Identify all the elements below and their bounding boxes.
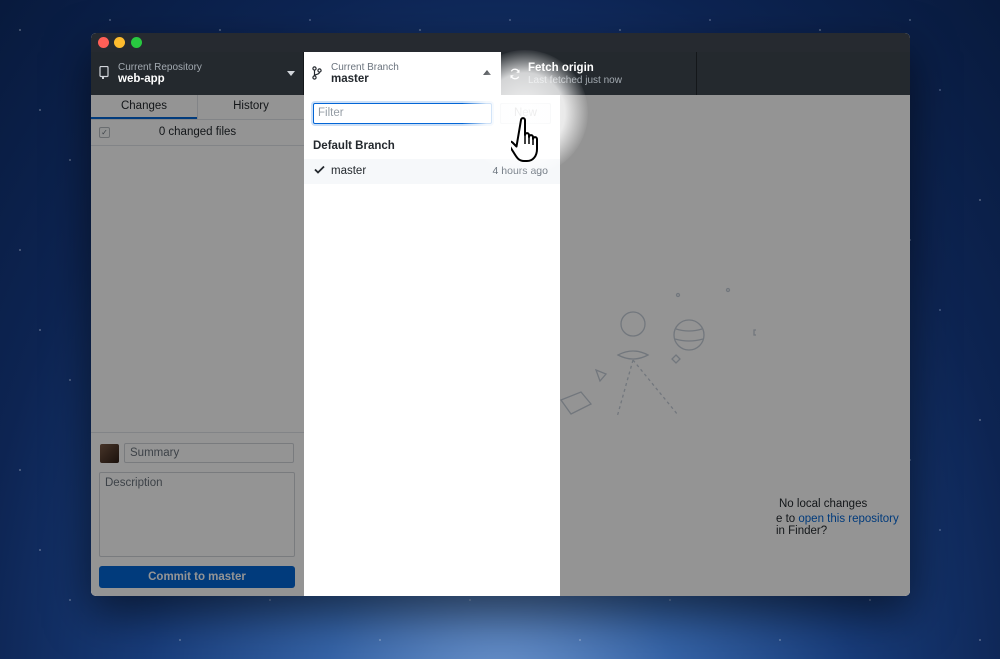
current-branch-button[interactable]: Current Branch master bbox=[304, 52, 501, 95]
fetch-origin-button[interactable]: Fetch origin Last fetched just now bbox=[501, 52, 697, 95]
current-repository-button[interactable]: Current Repository web-app bbox=[91, 52, 304, 95]
app-window: Current Repository web-app Current Branc… bbox=[91, 33, 910, 596]
close-window-button[interactable] bbox=[98, 37, 109, 48]
git-branch-icon bbox=[312, 66, 322, 85]
current-repository-label: Current Repository bbox=[118, 62, 202, 73]
branch-filter-input[interactable]: Filter bbox=[313, 103, 492, 124]
repo-icon bbox=[99, 65, 109, 84]
hand-pointer-icon bbox=[511, 117, 538, 162]
chevron-down-icon bbox=[287, 71, 295, 76]
toolbar: Current Repository web-app Current Branc… bbox=[91, 52, 910, 95]
fetch-origin-label: Fetch origin bbox=[528, 62, 594, 74]
default-branch-heading: Default Branch bbox=[313, 140, 395, 152]
current-branch-name: master bbox=[331, 73, 369, 85]
minimize-window-button[interactable] bbox=[114, 37, 125, 48]
current-repository-name: web-app bbox=[118, 73, 165, 85]
branch-name: master bbox=[331, 165, 367, 177]
branch-dropdown: Filter New Default Branch master 4 hours… bbox=[304, 95, 560, 596]
last-fetched-text: Last fetched just now bbox=[528, 75, 622, 86]
title-bar bbox=[91, 33, 910, 52]
maximize-window-button[interactable] bbox=[131, 37, 142, 48]
current-branch-label: Current Branch bbox=[331, 62, 399, 73]
checkmark-icon bbox=[314, 165, 325, 177]
sync-icon bbox=[509, 67, 521, 85]
chevron-up-icon bbox=[483, 70, 491, 75]
branch-updated-time: 4 hours ago bbox=[492, 165, 548, 177]
